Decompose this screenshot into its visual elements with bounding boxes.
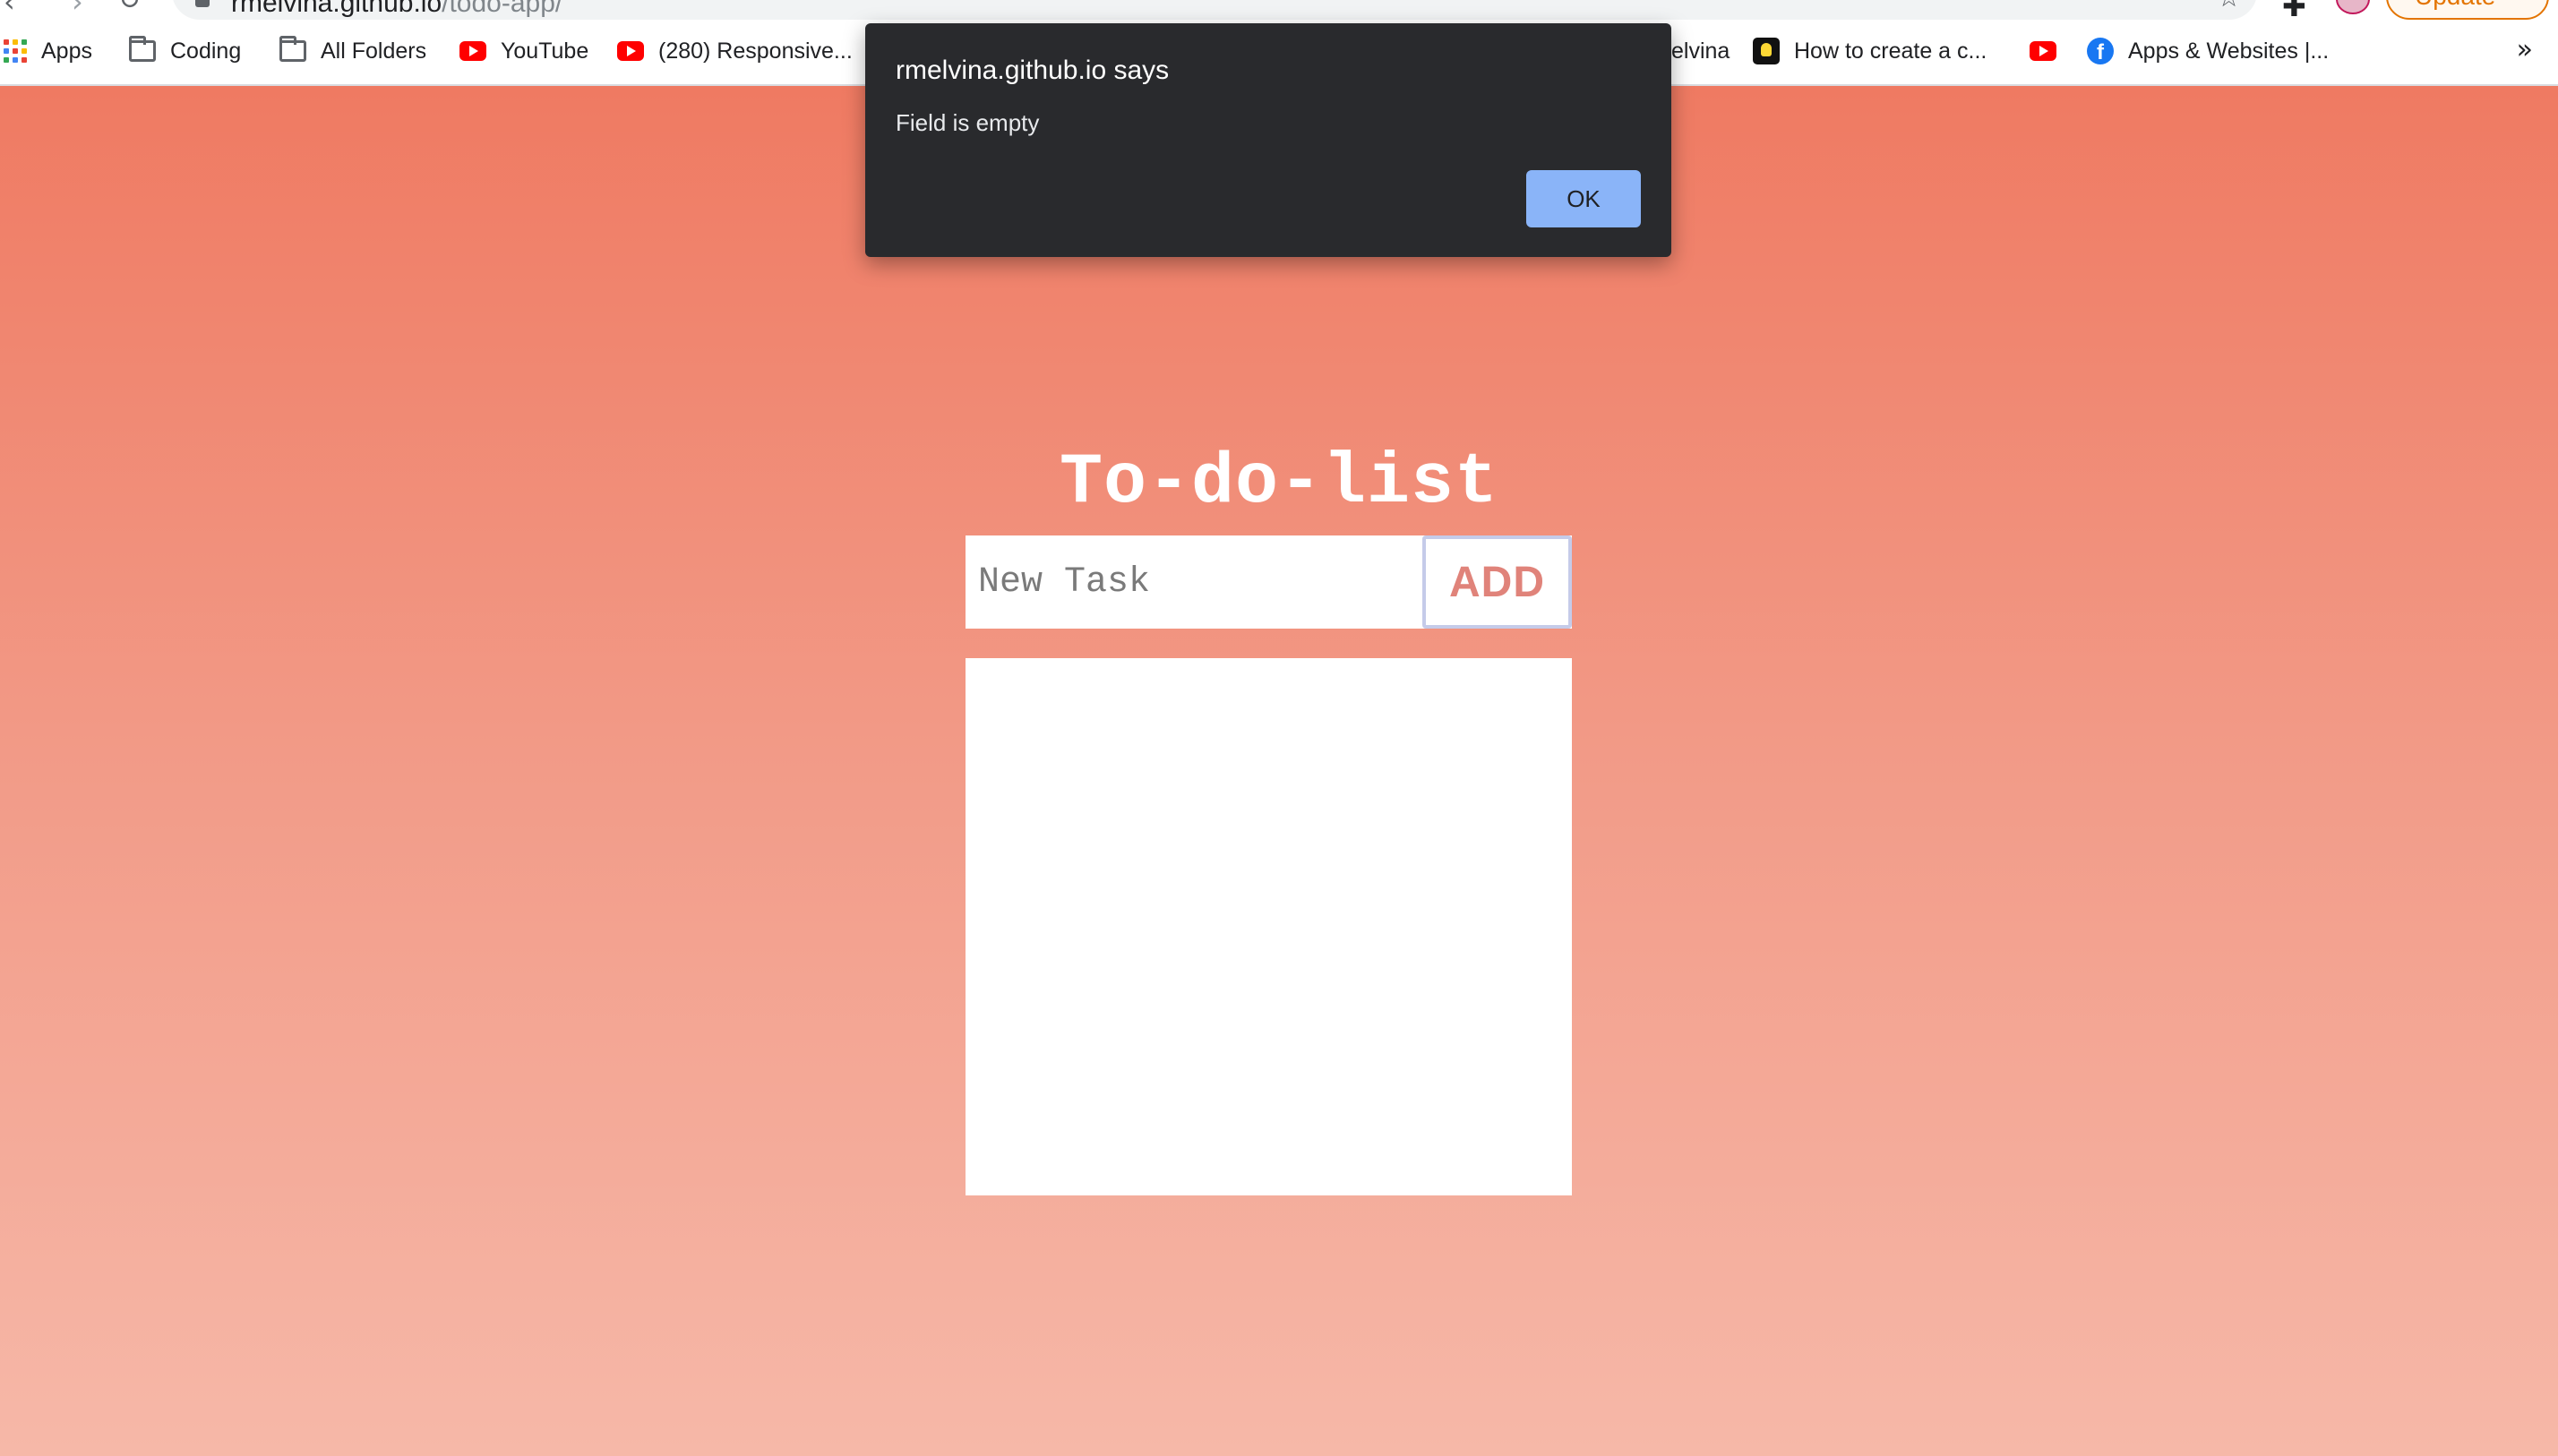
add-button[interactable]: ADD <box>1422 535 1572 629</box>
app-title: To-do-list <box>1059 442 1499 524</box>
bookmark-coding[interactable]: Coding <box>129 33 241 69</box>
youtube-icon <box>459 41 486 61</box>
browser-toolbar: ‹ › ↻ rmelvina.github.io/todo-app/ ☆ ✚ U… <box>0 0 2558 23</box>
url-path: /todo-app/ <box>442 0 563 18</box>
task-list <box>966 658 1572 1195</box>
bookmark-apps[interactable]: Apps <box>4 33 92 69</box>
back-icon[interactable]: ‹ <box>4 0 15 16</box>
bookmarks-overflow-icon[interactable]: » <box>2517 34 2533 65</box>
lightbulb-icon <box>1753 38 1780 64</box>
task-form: ADD <box>966 535 1572 629</box>
bookmark-all-folders[interactable]: All Folders <box>279 33 426 69</box>
bookmark-label: YouTube <box>501 38 589 64</box>
alert-dialog: rmelvina.github.io says Field is empty O… <box>865 23 1671 257</box>
address-url[interactable]: rmelvina.github.io/todo-app/ <box>231 0 562 20</box>
bookmark-star-icon[interactable]: ☆ <box>2217 0 2241 13</box>
bookmark-responsive[interactable]: (280) Responsive... <box>617 33 853 69</box>
page-viewport: To-do-list ADD <box>0 86 2558 1456</box>
alert-message: Field is empty <box>896 109 1040 136</box>
youtube-icon <box>617 41 644 61</box>
bookmark-label: All Folders <box>321 38 427 64</box>
address-bar[interactable]: rmelvina.github.io/todo-app/ ☆ <box>172 0 2257 20</box>
profile-avatar[interactable] <box>2336 0 2370 14</box>
new-task-input[interactable] <box>966 535 1422 629</box>
alert-title: rmelvina.github.io says <box>896 56 1170 85</box>
url-host: rmelvina.github.io <box>231 0 442 18</box>
bookmark-label: elvina <box>1671 38 1730 64</box>
bookmark-label: (280) Responsive... <box>658 38 853 64</box>
alert-ok-button[interactable]: OK <box>1526 170 1641 227</box>
bookmark-label: Apps & Websites |... <box>2128 38 2330 64</box>
bookmark-youtube-icon-only[interactable] <box>2030 33 2071 69</box>
bookmark-elvina[interactable]: elvina <box>1671 33 1730 69</box>
apps-grid-icon <box>4 39 27 63</box>
bookmark-label: How to create a c... <box>1794 38 1987 64</box>
folder-icon <box>129 36 156 62</box>
bookmark-apps-websites[interactable]: f Apps & Websites |... <box>2087 33 2329 69</box>
update-button[interactable]: Update <box>2386 0 2549 20</box>
facebook-icon: f <box>2087 38 2114 64</box>
bookmark-label: Apps <box>41 38 92 64</box>
forward-icon[interactable]: › <box>72 0 83 16</box>
folder-icon <box>279 36 306 62</box>
reload-icon[interactable]: ↻ <box>118 0 141 14</box>
bookmark-youtube[interactable]: YouTube <box>459 33 588 69</box>
youtube-icon <box>2030 41 2056 61</box>
bookmark-label: Coding <box>170 38 242 64</box>
lock-icon <box>195 0 210 7</box>
bookmark-how-to-create[interactable]: How to create a c... <box>1753 33 1987 69</box>
